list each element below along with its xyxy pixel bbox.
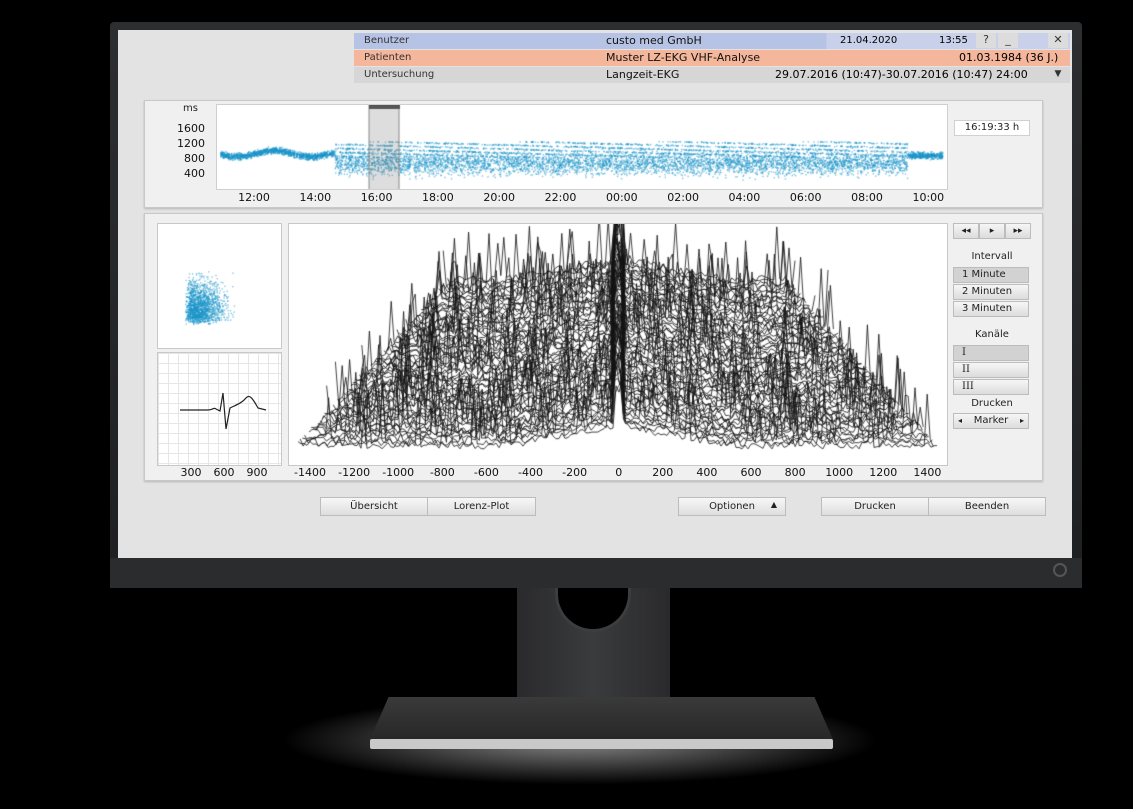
waterfall-x-tick: -1400 bbox=[294, 466, 326, 479]
trend-x-tick: 06:00 bbox=[789, 191, 822, 204]
waterfall-x-tick: -800 bbox=[429, 466, 455, 479]
exam-period: 29.07.2016 (10:47)-30.07.2016 (10:47) 24… bbox=[775, 68, 1028, 81]
interval-option-label: 2 Minuten bbox=[962, 286, 1013, 297]
header-value-patient: Muster LZ-EKG VHF-Analyse bbox=[606, 51, 761, 64]
options-label: Optionen bbox=[709, 501, 755, 512]
trend-x-tick: 04:00 bbox=[728, 191, 761, 204]
trend-y-tick: 400 bbox=[184, 167, 205, 180]
average-beat-plot[interactable] bbox=[157, 352, 282, 466]
chevron-down-icon[interactable]: ▼ bbox=[1048, 69, 1068, 84]
time-readout: 16:19:33 h bbox=[954, 120, 1030, 136]
trend-y-tick: 1200 bbox=[177, 137, 205, 150]
header-value-user: custo med GmbH bbox=[606, 34, 702, 47]
waterfall-x-tick: -1000 bbox=[382, 466, 415, 479]
header-value-exam: Langzeit-EKG bbox=[606, 68, 680, 81]
header-date: 21.04.2020 bbox=[840, 35, 898, 46]
trend-unit-label: ms bbox=[183, 103, 198, 114]
channels-label: Kanäle bbox=[975, 329, 1009, 340]
caret-up-icon: ▲ bbox=[770, 500, 777, 509]
trend-x-tick: 08:00 bbox=[851, 191, 883, 204]
waterfall-x-tick: 600 bbox=[740, 466, 762, 479]
waterfall-x-tick: 1000 bbox=[825, 466, 854, 479]
header-label-user: Benutzer bbox=[364, 35, 410, 46]
waterfall-plot[interactable] bbox=[288, 223, 948, 466]
scatter-x-tick: 600 bbox=[213, 466, 235, 479]
waterfall-x-tick: 400 bbox=[696, 466, 718, 479]
waterfall-x-tick: 1400 bbox=[913, 466, 942, 479]
trend-y-tick: 800 bbox=[184, 152, 205, 165]
print-button[interactable]: Drucken bbox=[821, 497, 929, 516]
lorenz-scatter-plot[interactable] bbox=[157, 223, 282, 349]
exit-button[interactable]: Beenden bbox=[928, 497, 1046, 516]
rr-trend-panel: ms 1600 1200 800 400 12:00 14:00 16:00 18:0… bbox=[144, 100, 1043, 208]
trend-x-tick: 16:00 bbox=[360, 191, 393, 204]
waterfall-x-tick: -600 bbox=[473, 466, 499, 479]
average-beat-svg bbox=[180, 392, 267, 430]
header-label-patient: Patienten bbox=[364, 52, 412, 63]
interval-option[interactable]: 3 Minuten bbox=[953, 301, 1029, 317]
channel-option[interactable]: I bbox=[953, 345, 1029, 361]
trend-x-tick: 12:00 bbox=[238, 191, 270, 204]
chevron-right-icon[interactable]: ▸ bbox=[1020, 414, 1024, 428]
waterfall-x-tick: 1200 bbox=[869, 466, 898, 479]
lorenz-scatter-canvas bbox=[158, 224, 281, 348]
interval-option[interactable]: 2 Minuten bbox=[953, 284, 1029, 300]
marker-label: Marker bbox=[973, 415, 1009, 426]
waterfall-x-tick: -200 bbox=[562, 466, 588, 479]
channel-option[interactable]: III bbox=[953, 379, 1029, 395]
trend-x-tick: 10:00 bbox=[912, 191, 945, 204]
minimize-button[interactable]: _ bbox=[998, 33, 1018, 48]
interval-label: Intervall bbox=[971, 251, 1013, 262]
trend-x-tick: 18:00 bbox=[422, 191, 454, 204]
header-time: 13:55 bbox=[939, 35, 968, 46]
options-button[interactable]: Optionen ▲ bbox=[678, 497, 786, 516]
marker-select[interactable]: ◂ Marker ▸ bbox=[953, 413, 1029, 429]
trend-y-tick: 1600 bbox=[177, 122, 205, 135]
chevron-left-icon[interactable]: ◂ bbox=[958, 414, 962, 428]
analysis-panel: 300 600 900 -1400 -1200 -1000 -800 -600 -400 -20… bbox=[144, 213, 1043, 481]
rr-trend-plot[interactable] bbox=[216, 104, 948, 190]
header-row-user: Benutzer custo med GmbH 21.04.2020 13:55… bbox=[354, 33, 1070, 49]
lorenz-plot-button[interactable]: Lorenz-Plot bbox=[427, 497, 536, 516]
channel-option-label: II bbox=[962, 364, 970, 375]
scatter-x-tick: 300 bbox=[180, 466, 202, 479]
header-row-patient: Patienten Muster LZ-EKG VHF-Analyse 01.0… bbox=[354, 50, 1070, 66]
print-label: Drucken bbox=[971, 398, 1013, 409]
waterfall-x-tick: 0 bbox=[615, 466, 623, 479]
trend-x-tick: 00:00 bbox=[605, 191, 638, 204]
interval-option-label: 3 Minuten bbox=[962, 303, 1013, 314]
help-button[interactable]: ? bbox=[976, 33, 996, 48]
header-label-exam: Untersuchung bbox=[364, 69, 435, 80]
channel-option-label: III bbox=[962, 381, 974, 392]
play-button[interactable]: ▸ bbox=[979, 223, 1005, 239]
interval-option-label: 1 Minute bbox=[962, 269, 1006, 280]
waterfall-x-tick: -1200 bbox=[338, 466, 371, 479]
patient-birthdate: 01.03.1984 (36 J.) bbox=[959, 51, 1059, 64]
power-icon bbox=[1053, 563, 1067, 577]
trend-x-tick: 20:00 bbox=[483, 191, 516, 204]
close-button[interactable]: ✕ bbox=[1048, 33, 1068, 48]
waterfall-x-tick: -400 bbox=[518, 466, 543, 479]
scatter-x-tick: 900 bbox=[246, 466, 268, 479]
interval-option[interactable]: 1 Minute bbox=[953, 267, 1029, 283]
waterfall-x-tick: 800 bbox=[784, 466, 806, 479]
header-row-exam: Untersuchung Langzeit-EKG 29.07.2016 (10… bbox=[354, 67, 1070, 83]
rewind-button[interactable]: ◂◂ bbox=[953, 223, 979, 239]
monitor-stand-base-edge bbox=[370, 739, 833, 749]
fast-forward-button[interactable]: ▸▸ bbox=[1005, 223, 1031, 239]
trend-x-tick: 14:00 bbox=[299, 191, 332, 204]
channel-option[interactable]: II bbox=[953, 362, 1029, 378]
monitor-chin bbox=[110, 558, 1082, 588]
screen: Benutzer custo med GmbH 21.04.2020 13:55… bbox=[118, 30, 1072, 558]
trend-x-tick: 02:00 bbox=[667, 191, 699, 204]
trend-x-tick: 22:00 bbox=[544, 191, 577, 204]
overview-button[interactable]: Übersicht bbox=[320, 497, 428, 516]
waterfall-canvas bbox=[289, 224, 947, 465]
channel-option-label: I bbox=[962, 347, 966, 358]
rr-trend-canvas bbox=[217, 105, 947, 189]
waterfall-x-tick: 200 bbox=[652, 466, 674, 479]
